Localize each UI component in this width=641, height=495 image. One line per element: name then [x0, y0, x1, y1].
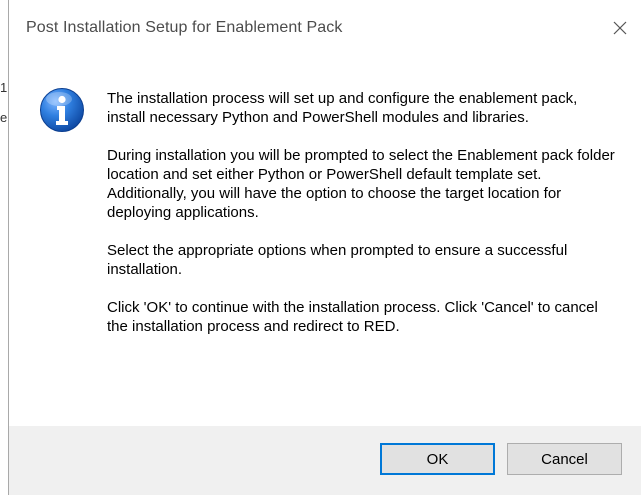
message-paragraph: Click 'OK' to continue with the installa…	[107, 299, 598, 335]
info-icon	[40, 88, 84, 132]
dialog-footer: OK Cancel	[9, 426, 641, 495]
message-body: The installation process will set up and…	[107, 89, 617, 355]
background-glyph: 1	[0, 80, 8, 95]
message-paragraph: The installation process will set up and…	[107, 90, 578, 126]
ok-button[interactable]: OK	[380, 443, 495, 475]
close-button[interactable]	[598, 8, 641, 48]
message-paragraph: Select the appropriate options when prom…	[107, 242, 568, 278]
cancel-button[interactable]: Cancel	[507, 443, 622, 475]
message-dialog: Post Installation Setup for Enablement P…	[8, 0, 641, 495]
close-icon	[613, 21, 627, 35]
title-bar[interactable]: Post Installation Setup for Enablement P…	[9, 0, 641, 60]
background-glyph: e	[0, 110, 8, 125]
message-paragraph: During installation you will be prompted…	[107, 147, 615, 221]
dialog-title: Post Installation Setup for Enablement P…	[26, 19, 343, 36]
